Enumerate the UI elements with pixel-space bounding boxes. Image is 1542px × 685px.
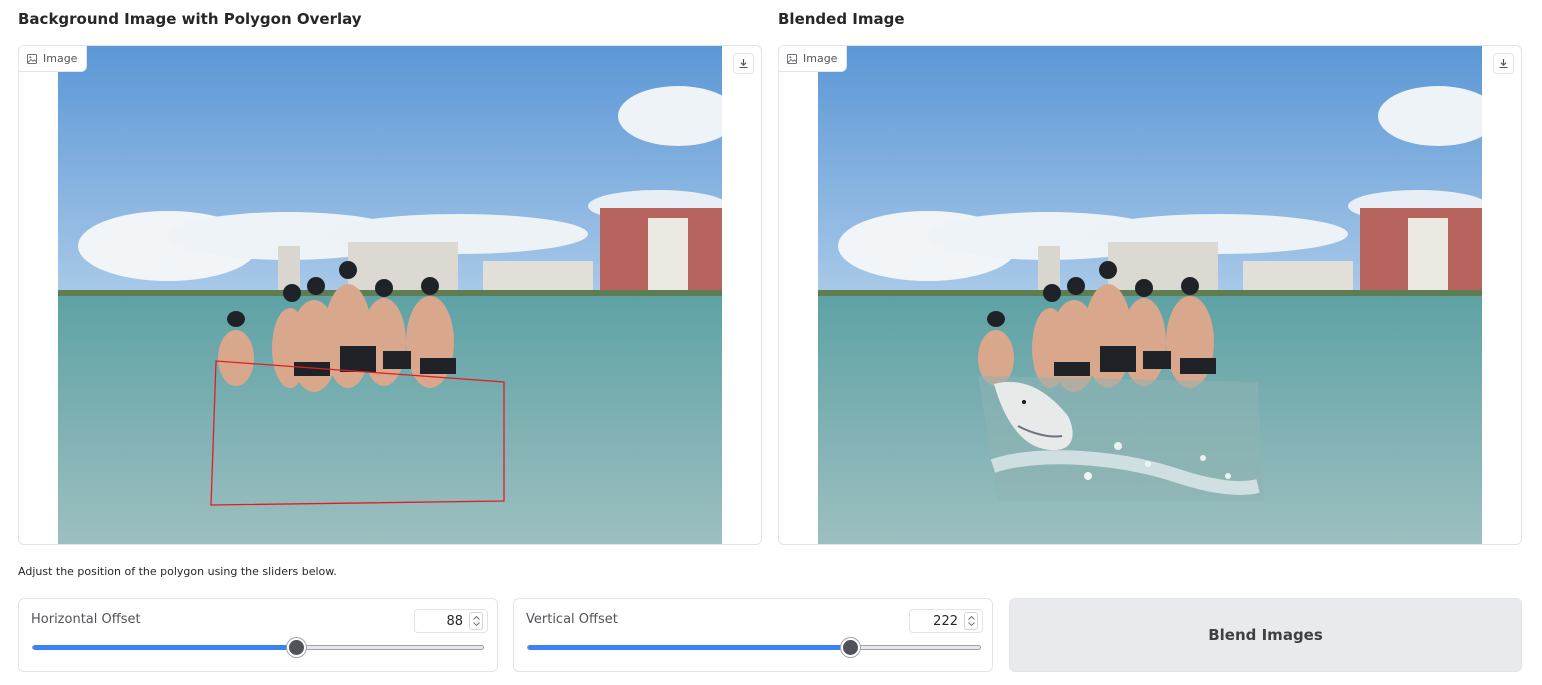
chevron-up-icon bbox=[967, 616, 975, 620]
horizontal-offset-slider-fill bbox=[33, 645, 297, 650]
vertical-offset-slider-thumb[interactable] bbox=[841, 638, 861, 657]
horizontal-offset-number-input[interactable]: 88 bbox=[414, 609, 488, 633]
horizontal-offset-label: Horizontal Offset bbox=[31, 612, 141, 627]
background-image bbox=[58, 46, 722, 544]
vertical-offset-slider-fill bbox=[528, 645, 851, 650]
image-label-badge: Image bbox=[19, 46, 88, 72]
vertical-offset-value: 222 bbox=[933, 613, 958, 629]
vertical-offset-slider-track[interactable] bbox=[527, 638, 981, 657]
download-icon bbox=[739, 59, 748, 69]
horizontal-offset-slider-card: Horizontal Offset 88 bbox=[18, 598, 498, 672]
blended-image bbox=[818, 46, 1482, 544]
image-label-text: Image bbox=[43, 52, 78, 65]
blended-shark bbox=[978, 376, 1264, 501]
background-image-panel: Image bbox=[18, 45, 762, 545]
vertical-offset-label: Vertical Offset bbox=[526, 612, 618, 627]
chevron-down-icon bbox=[472, 622, 480, 626]
horizontal-offset-value: 88 bbox=[446, 613, 463, 629]
download-button[interactable] bbox=[733, 53, 754, 74]
blend-images-button[interactable]: Blend Images bbox=[1009, 598, 1522, 672]
chevron-down-icon bbox=[967, 622, 975, 626]
blended-image-panel: Image bbox=[778, 45, 1522, 545]
horizontal-offset-slider-track[interactable] bbox=[32, 638, 484, 657]
left-panel-title: Background Image with Polygon Overlay bbox=[18, 10, 362, 28]
image-icon bbox=[27, 53, 37, 64]
download-icon bbox=[1499, 59, 1508, 69]
vertical-offset-number-input[interactable]: 222 bbox=[909, 609, 983, 633]
download-button[interactable] bbox=[1493, 53, 1514, 74]
right-panel-title: Blended Image bbox=[778, 10, 905, 28]
instructions-text: Adjust the position of the polygon using… bbox=[18, 565, 337, 578]
vertical-offset-stepper[interactable] bbox=[964, 612, 978, 630]
horizontal-offset-stepper[interactable] bbox=[469, 612, 483, 630]
vertical-offset-slider-card: Vertical Offset 222 bbox=[513, 598, 993, 672]
image-label-badge: Image bbox=[779, 46, 848, 72]
image-label-text: Image bbox=[803, 52, 838, 65]
horizontal-offset-slider-thumb[interactable] bbox=[287, 638, 307, 657]
chevron-up-icon bbox=[472, 616, 480, 620]
image-icon bbox=[787, 53, 797, 64]
